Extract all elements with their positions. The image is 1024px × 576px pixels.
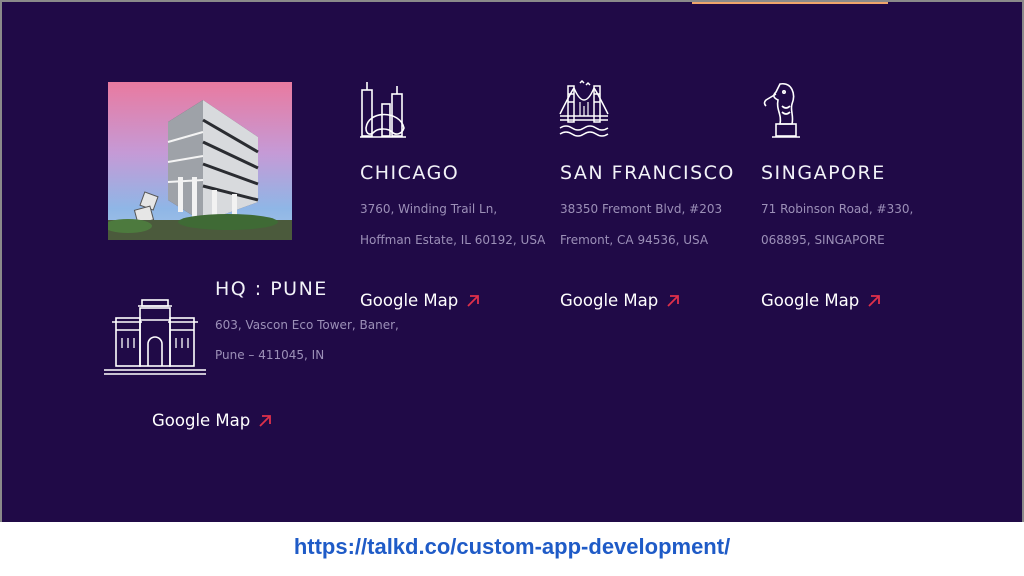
chicago-skyline-icon: [358, 80, 408, 140]
arrow-up-right-icon: [868, 294, 881, 307]
chicago-title: CHICAGO: [360, 162, 460, 184]
hq-building-photo: [108, 82, 292, 240]
chicago-address-line2: Hoffman Estate, IL 60192, USA: [360, 233, 546, 247]
footer-url-link[interactable]: https://talkd.co/custom-app-development/: [294, 534, 730, 560]
singapore-title: SINGAPORE: [761, 162, 886, 184]
arrow-up-right-icon: [467, 294, 480, 307]
top-accent-bar: [692, 2, 888, 4]
singapore-google-map-label: Google Map: [761, 291, 860, 310]
hq-google-map-link[interactable]: Google Map: [152, 411, 272, 430]
san-francisco-title: SAN FRANCISCO: [560, 162, 735, 184]
hq-title: HQ : PUNE: [215, 278, 328, 300]
offices-slide: CHICAGO 3760, Winding Trail Ln, Hoffman …: [0, 0, 1024, 522]
footer-bar: https://talkd.co/custom-app-development/: [0, 522, 1024, 576]
arrow-up-right-icon: [259, 414, 272, 427]
san-francisco-address-line1: 38350 Fremont Blvd, #203: [560, 202, 723, 216]
singapore-address-line1: 71 Robinson Road, #330,: [761, 202, 914, 216]
san-francisco-google-map-label: Google Map: [560, 291, 659, 310]
chicago-google-map-link[interactable]: Google Map: [360, 291, 480, 310]
hq-google-map-label: Google Map: [152, 411, 251, 430]
singapore-google-map-link[interactable]: Google Map: [761, 291, 881, 310]
chicago-google-map-label: Google Map: [360, 291, 459, 310]
chicago-address-line1: 3760, Winding Trail Ln,: [360, 202, 498, 216]
hq-address-line1: 603, Vascon Eco Tower, Baner,: [215, 318, 399, 332]
merlion-icon: [762, 80, 802, 140]
hq-address-line2: Pune – 411045, IN: [215, 348, 325, 362]
singapore-address-line2: 068895, SINGAPORE: [761, 233, 885, 247]
san-francisco-google-map-link[interactable]: Google Map: [560, 291, 680, 310]
golden-gate-bridge-icon: [558, 79, 610, 140]
arrow-up-right-icon: [667, 294, 680, 307]
san-francisco-address-line2: Fremont, CA 94536, USA: [560, 233, 709, 247]
palace-icon: [102, 296, 208, 376]
